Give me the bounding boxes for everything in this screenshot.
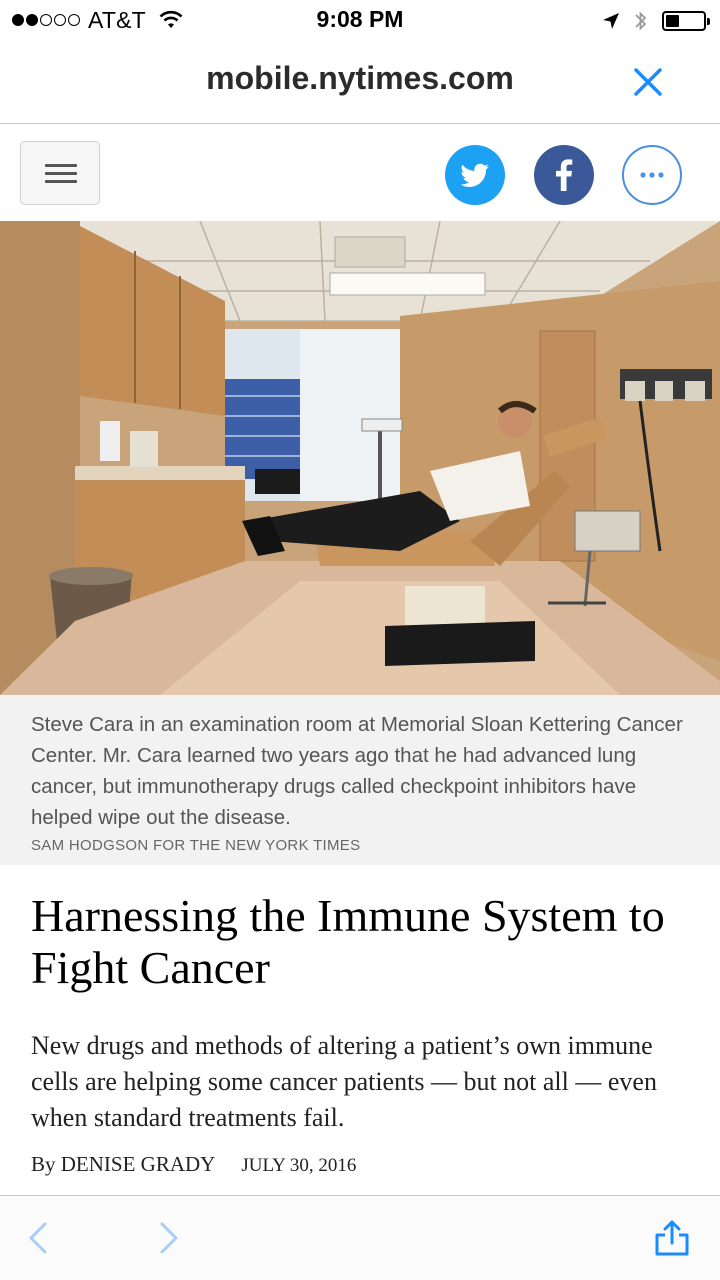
back-icon[interactable] (18, 1216, 62, 1260)
battery-icon (662, 11, 710, 31)
status-bar: AT&T 9:08 PM (0, 0, 720, 40)
browser-toolbar (0, 1195, 720, 1280)
bluetooth-icon (635, 11, 647, 31)
more-icon (640, 172, 664, 178)
article-photo (0, 221, 720, 695)
publish-date: JULY 30, 2016 (241, 1155, 357, 1176)
photo-credit: SAM HODGSON FOR THE NEW YORK TIMES (31, 837, 361, 854)
article-summary: New drugs and methods of altering a pati… (31, 1031, 657, 1132)
facebook-icon (556, 159, 573, 191)
share-icon[interactable] (650, 1216, 694, 1260)
photo-caption-area: Steve Cara in an examination room at Mem… (0, 695, 720, 865)
menu-button[interactable] (20, 141, 100, 205)
browser-url-bar: mobile.nytimes.com (0, 40, 720, 124)
url-text[interactable]: mobile.nytimes.com (0, 60, 720, 97)
status-right (602, 8, 710, 34)
site-header (0, 125, 720, 221)
twitter-icon (460, 163, 489, 187)
author-name[interactable]: By DENISE GRADY (31, 1152, 215, 1176)
article-byline: By DENISE GRADY JULY 30, 2016 (31, 1152, 356, 1177)
location-arrow-icon (603, 13, 619, 29)
more-share-button[interactable] (622, 145, 682, 205)
article-headline: Harnessing the Immune System to Fight Ca… (31, 890, 665, 993)
facebook-share-button[interactable] (534, 145, 594, 205)
twitter-share-button[interactable] (445, 145, 505, 205)
forward-icon[interactable] (145, 1216, 189, 1260)
photo-caption: Steve Cara in an examination room at Mem… (31, 713, 683, 829)
close-icon[interactable] (628, 62, 668, 102)
